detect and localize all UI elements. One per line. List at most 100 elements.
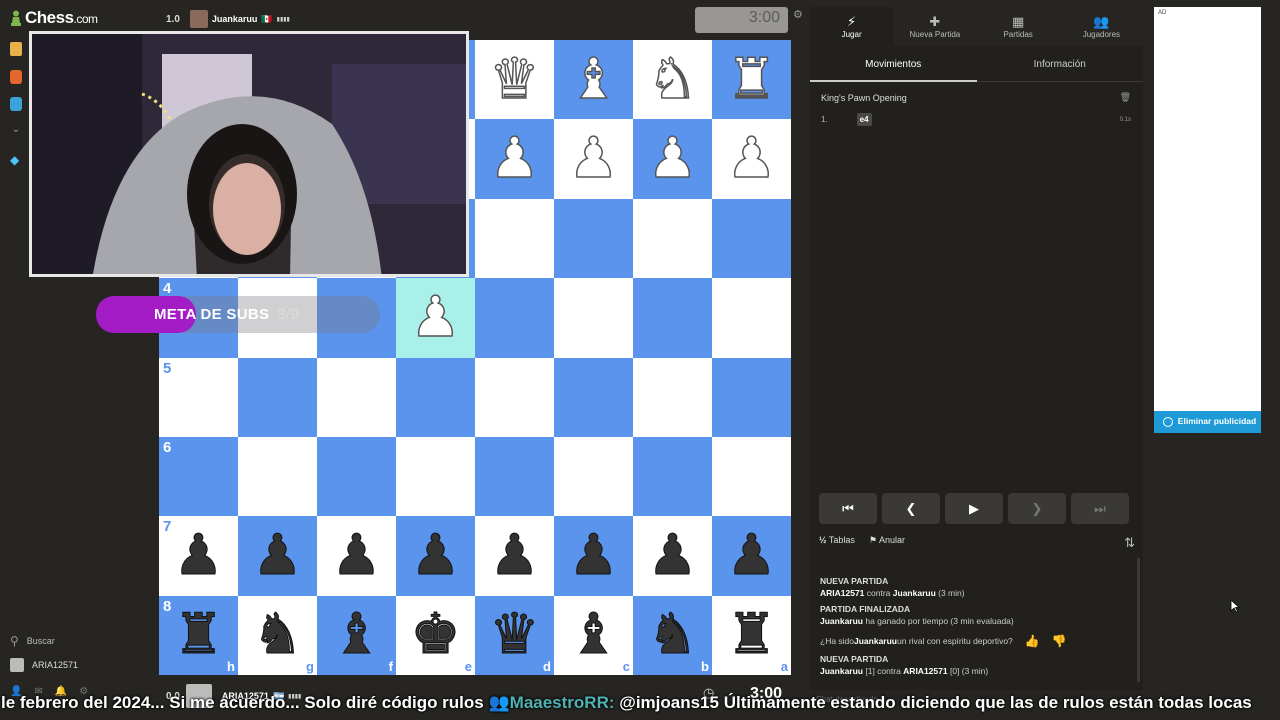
square-a6[interactable] [712,436,791,517]
tab-nueva-partida[interactable]: ✚ Nueva Partida [893,7,976,46]
square-e5[interactable] [396,357,475,437]
square-f7[interactable]: ♟ [317,516,396,596]
square-a4[interactable] [712,278,791,358]
log-username[interactable]: Juankaruu [893,588,936,598]
white-pawn-icon[interactable]: ♟ [489,130,541,188]
black-rook-icon[interactable]: ♜ [173,606,224,663]
white-pawn-icon[interactable]: ♟ [568,130,620,188]
square-d7[interactable]: ♟ [475,516,554,596]
learn-icon[interactable] [10,70,22,84]
log-scrollbar[interactable] [1137,558,1140,682]
square-f8[interactable]: f ♝ [317,595,396,676]
square-d3[interactable] [475,198,554,279]
move-white[interactable]: e4 [856,113,872,126]
log-username[interactable]: Juankaruu [820,666,863,676]
square-c8[interactable]: c ♝ [554,595,633,676]
previous-move-button[interactable]: ❮ [882,493,940,524]
white-pawn-icon[interactable]: ♟ [410,289,462,347]
square-b6[interactable] [633,436,712,517]
square-d5[interactable] [475,357,554,437]
black-bishop-icon[interactable]: ♝ [568,606,619,663]
premium-diamond-icon[interactable]: ◆ [10,153,22,167]
square-b8[interactable]: b ♞ [633,595,712,676]
square-b4[interactable] [633,278,712,358]
tab-moves[interactable]: Movimientos [810,46,977,82]
square-h8[interactable]: 8 h ♜ [159,595,238,676]
square-g5[interactable] [238,357,317,437]
black-king-icon[interactable]: ♚ [410,606,461,663]
square-a1[interactable]: ♜ [712,40,791,120]
thumbs-down-icon[interactable]: 👎 [1052,634,1067,648]
square-e8[interactable]: e ♚ [396,595,475,676]
log-username[interactable]: Juankaruu [854,636,897,646]
square-h6[interactable]: 6 [159,436,238,517]
white-knight-icon[interactable]: ♞ [647,50,699,108]
square-a2[interactable]: ♟ [712,119,791,199]
next-move-button[interactable]: ❯ [1008,493,1066,524]
top-player-avatar[interactable] [189,10,208,28]
square-g7[interactable]: ♟ [238,516,317,596]
square-b2[interactable]: ♟ [633,119,712,199]
square-h5[interactable]: 5 [159,357,238,437]
opening-name[interactable]: King's Pawn Opening [821,93,907,103]
black-rook-icon[interactable]: ♜ [726,606,777,663]
trash-icon[interactable]: 🗑 [1120,92,1131,103]
search-row[interactable]: ⚲ Buscar [10,634,55,648]
square-d4[interactable] [475,278,554,358]
square-a3[interactable] [712,198,791,279]
square-c7[interactable]: ♟ [554,516,633,596]
square-c3[interactable] [554,198,633,279]
white-bishop-icon[interactable]: ♝ [568,50,620,108]
square-b3[interactable] [633,198,712,279]
lessons-icon[interactable] [10,97,22,111]
square-h7[interactable]: 7 ♟ [159,516,238,596]
log-username[interactable]: ARIA12571 [903,666,947,676]
draw-button[interactable]: ½ Tablas [819,535,855,551]
more-chevron-icon[interactable]: ⌄ [10,124,22,138]
black-pawn-icon[interactable]: ♟ [647,527,698,584]
black-pawn-icon[interactable]: ♟ [726,527,777,584]
square-g8[interactable]: g ♞ [238,595,317,676]
square-a7[interactable]: ♟ [712,516,791,596]
square-c4[interactable] [554,278,633,358]
black-queen-icon[interactable]: ♛ [489,606,540,663]
square-a5[interactable] [712,357,791,437]
black-knight-icon[interactable]: ♞ [647,606,698,663]
black-pawn-icon[interactable]: ♟ [331,527,382,584]
square-d6[interactable] [475,436,554,517]
white-pawn-icon[interactable]: ♟ [647,130,699,188]
log-username[interactable]: ARIA12571 [820,588,864,598]
square-b1[interactable]: ♞ [633,40,712,120]
puzzle-icon[interactable] [10,42,22,56]
black-pawn-icon[interactable]: ♟ [568,527,619,584]
square-e7[interactable]: ♟ [396,516,475,596]
square-e6[interactable] [396,436,475,517]
log-username[interactable]: Juankaruu [820,616,863,626]
thumbs-up-icon[interactable]: 👍 [1025,634,1040,648]
square-c6[interactable] [554,436,633,517]
square-e4[interactable]: ♟ [396,278,475,358]
square-c1[interactable]: ♝ [554,40,633,120]
square-d8[interactable]: d ♛ [475,595,554,676]
top-player-name[interactable]: Juankaruu [212,14,258,24]
flip-board-icon[interactable]: ⇅ [1124,535,1135,551]
square-c2[interactable]: ♟ [554,119,633,199]
abort-button[interactable]: ⚑ Anular [869,535,905,551]
square-d2[interactable]: ♟ [475,119,554,199]
clock-settings-icon[interactable]: ⚙ [793,8,803,21]
square-b7[interactable]: ♟ [633,516,712,596]
first-move-button[interactable]: ⏮ [819,493,877,524]
square-b5[interactable] [633,357,712,437]
tab-jugadores[interactable]: 👥 Jugadores [1060,7,1143,46]
black-pawn-icon[interactable]: ♟ [410,527,461,584]
square-f5[interactable] [317,357,396,437]
black-bishop-icon[interactable]: ♝ [331,606,382,663]
square-f6[interactable] [317,436,396,517]
chess-logo[interactable]: Chess.com [10,8,98,28]
tab-partidas[interactable]: ▦ Partidas [977,7,1060,46]
tab-info[interactable]: Información [977,46,1144,81]
white-rook-icon[interactable]: ♜ [726,50,778,108]
remove-ads-button[interactable]: Eliminar publicidad [1154,411,1261,433]
square-g6[interactable] [238,436,317,517]
square-c5[interactable] [554,357,633,437]
